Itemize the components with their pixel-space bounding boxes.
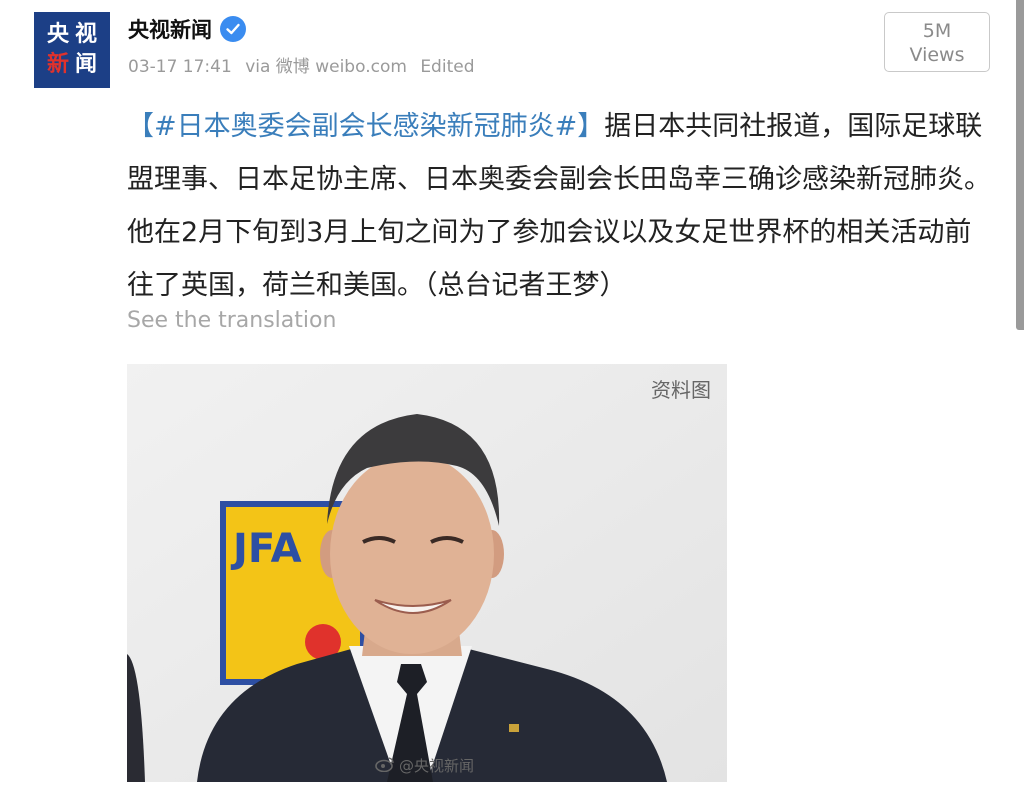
post-header: 央 视 新 闻 央视新闻 03-17 17:41 via 微博 weibo.co… <box>34 12 990 92</box>
image-caption-label: 资料图 <box>651 378 711 402</box>
watermark-text: @央视新闻 <box>399 757 475 775</box>
see-translation-link[interactable]: See the translation <box>127 308 336 333</box>
hashtag-link[interactable]: 【#日本奥委会副会长感染新冠肺炎#】 <box>127 111 604 142</box>
post-image[interactable]: JFA 资料图 @央视新闻 <box>127 364 727 782</box>
avatar[interactable]: 央 视 新 闻 <box>34 12 110 88</box>
scrollbar[interactable] <box>1016 0 1024 330</box>
post-date: 03-17 17:41 <box>128 57 232 77</box>
verified-badge-icon <box>220 16 246 42</box>
edited-label[interactable]: Edited <box>420 57 474 77</box>
avatar-char: 新 <box>46 52 69 77</box>
views-count: 5M <box>922 20 952 42</box>
avatar-char: 闻 <box>74 52 97 77</box>
avatar-char: 视 <box>74 22 97 47</box>
jfa-logo-text: JFA <box>230 526 302 572</box>
post-meta: 03-17 17:41 via 微博 weibo.com Edited <box>128 52 482 77</box>
views-counter: 5M Views <box>884 12 990 72</box>
views-label: Views <box>909 44 965 66</box>
weibo-icon <box>375 756 395 776</box>
post-content: 【#日本奥委会副会长感染新冠肺炎#】据日本共同社报道，国际足球联盟理事、日本足协… <box>127 100 997 312</box>
account-name[interactable]: 央视新闻 <box>128 14 212 44</box>
avatar-char: 央 <box>46 22 69 47</box>
post-source[interactable]: via 微博 weibo.com <box>245 57 407 77</box>
image-watermark: @央视新闻 <box>375 755 474 776</box>
person-photo: JFA <box>127 364 727 782</box>
name-row: 央视新闻 <box>128 14 246 44</box>
